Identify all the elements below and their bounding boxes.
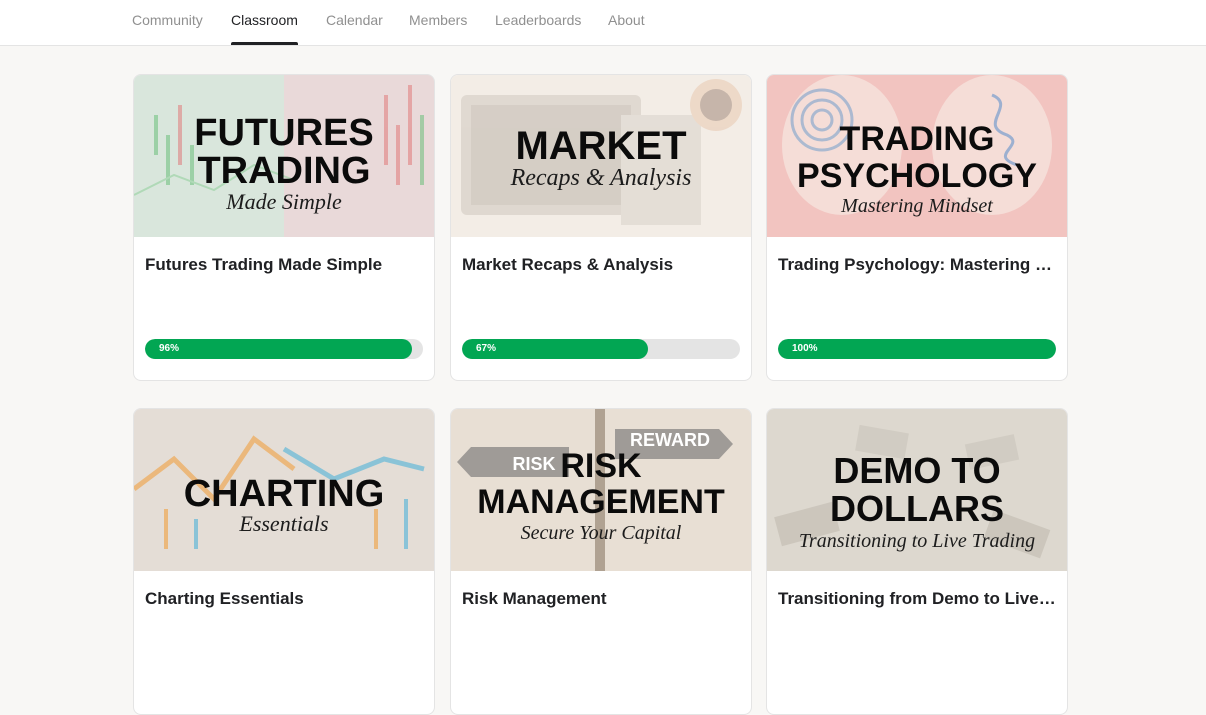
cover-line-2: DOLLARS bbox=[830, 488, 1004, 529]
progress-label: 67% bbox=[476, 343, 497, 354]
course-title: Transitioning from Demo to Live T... bbox=[778, 589, 1058, 608]
course-cover-image: CHARTING Essentials bbox=[134, 409, 434, 571]
cover-line-1: RISK bbox=[560, 447, 642, 485]
tab-leaderboards[interactable]: Leaderboards bbox=[495, 0, 581, 45]
course-card-trading-psychology[interactable]: TRADING PSYCHOLOGY Mastering Mindset Tra… bbox=[766, 74, 1068, 381]
cover-line-1: MARKET bbox=[515, 124, 686, 168]
course-card-demo-to-dollars[interactable]: DEMO TO DOLLARS Transitioning to Live Tr… bbox=[766, 408, 1068, 715]
cover-line-1: CHARTING bbox=[184, 473, 385, 515]
tab-community[interactable]: Community bbox=[132, 0, 203, 45]
progress-label: 100% bbox=[792, 343, 818, 354]
cover-line-1: DEMO TO bbox=[833, 450, 1000, 491]
course-title: Trading Psychology: Mastering M... bbox=[778, 255, 1058, 274]
tab-calendar[interactable]: Calendar bbox=[326, 0, 383, 45]
course-progress-bar: 96% bbox=[145, 339, 423, 359]
cover-sign-left: RISK bbox=[512, 454, 555, 474]
course-card-market-recaps[interactable]: MARKET Recaps & Analysis Market Recaps &… bbox=[450, 74, 752, 381]
progress-fill bbox=[145, 339, 412, 359]
course-cover-image: DEMO TO DOLLARS Transitioning to Live Tr… bbox=[767, 409, 1067, 571]
course-progress-bar: 67% bbox=[462, 339, 740, 359]
cover-line-1: TRADING bbox=[840, 120, 995, 158]
cover-line-2: TRADING bbox=[197, 150, 370, 192]
course-title: Futures Trading Made Simple bbox=[145, 255, 383, 274]
cover-script: Recaps & Analysis bbox=[510, 165, 692, 191]
cover-line-2: PSYCHOLOGY bbox=[797, 157, 1037, 195]
cover-line-2: MANAGEMENT bbox=[477, 483, 725, 521]
course-cover-image: FUTURES TRADING Made Simple bbox=[134, 75, 434, 237]
course-title: Risk Management bbox=[462, 589, 607, 608]
cover-script: Mastering Mindset bbox=[840, 195, 993, 217]
top-navigation: Community Classroom Calendar Members Lea… bbox=[0, 0, 1206, 46]
course-card-futures-trading[interactable]: FUTURES TRADING Made Simple Futures Trad… bbox=[133, 74, 435, 381]
tab-about[interactable]: About bbox=[608, 0, 645, 45]
course-title: Market Recaps & Analysis bbox=[462, 255, 674, 274]
cover-script: Transitioning to Live Trading bbox=[799, 530, 1035, 552]
course-cover-image: TRADING PSYCHOLOGY Mastering Mindset bbox=[767, 75, 1067, 237]
progress-fill bbox=[778, 339, 1056, 359]
course-title: Charting Essentials bbox=[145, 589, 304, 608]
tab-classroom[interactable]: Classroom bbox=[231, 0, 298, 45]
cover-script: Essentials bbox=[238, 511, 328, 536]
course-card-risk-management[interactable]: RISK REWARD RISK MANAGEMENT Secure Your … bbox=[450, 408, 752, 715]
course-cover-image: RISK REWARD RISK MANAGEMENT Secure Your … bbox=[451, 409, 751, 571]
course-card-charting-essentials[interactable]: CHARTING Essentials Charting Essentials bbox=[133, 408, 435, 715]
cover-script: Made Simple bbox=[225, 189, 342, 214]
tab-members[interactable]: Members bbox=[409, 0, 467, 45]
course-cover-image: MARKET Recaps & Analysis bbox=[451, 75, 751, 237]
progress-label: 96% bbox=[159, 343, 180, 354]
cover-line-1: FUTURES bbox=[194, 112, 373, 154]
course-progress-bar: 100% bbox=[778, 339, 1056, 359]
cover-script: Secure Your Capital bbox=[521, 522, 682, 544]
cover-sign-right: REWARD bbox=[630, 430, 710, 450]
